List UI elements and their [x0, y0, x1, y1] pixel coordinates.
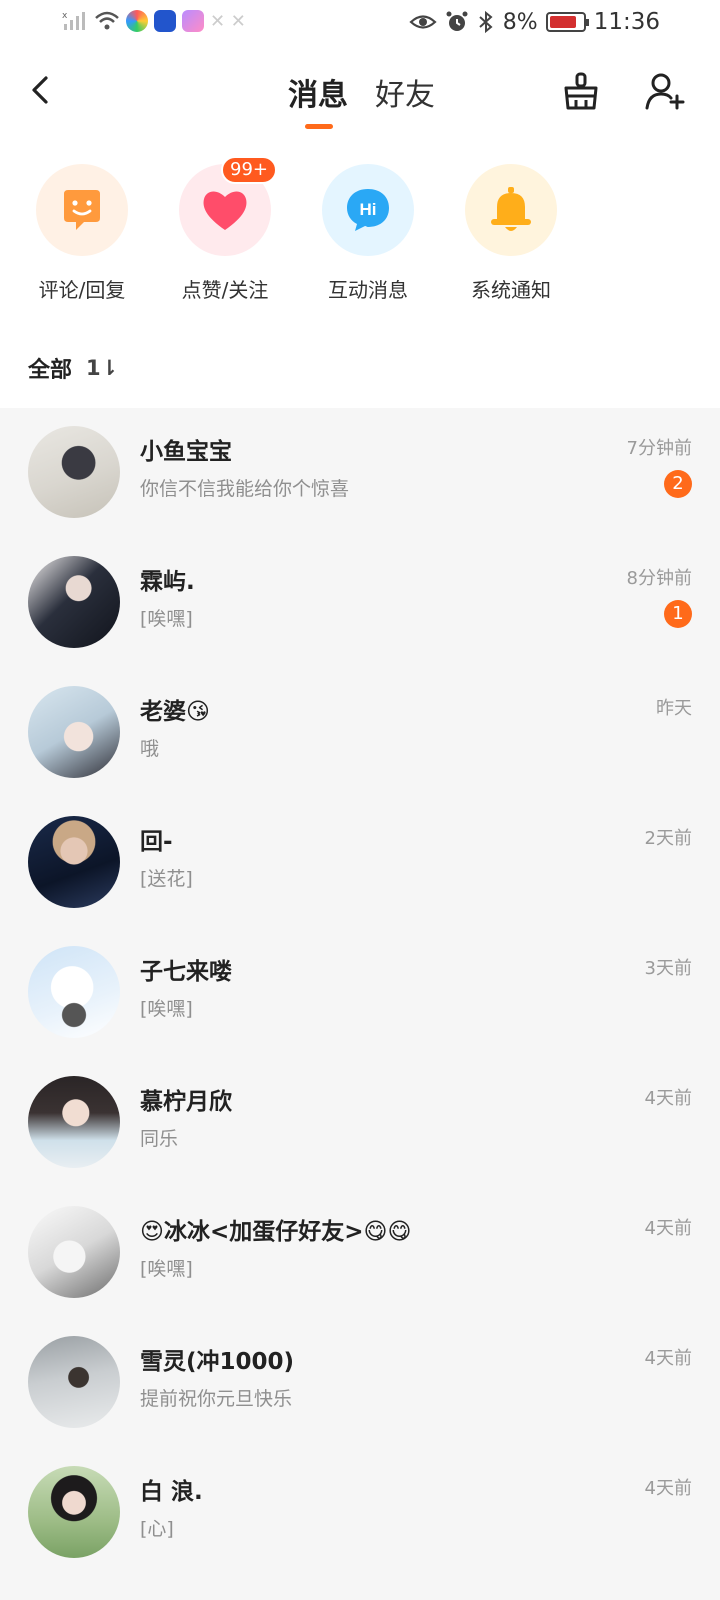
contact-name: 白 浪.: [140, 1479, 203, 1505]
unread-badge: 1: [664, 600, 692, 628]
message-time: 8分钟前: [626, 568, 692, 589]
avatar: [28, 686, 120, 778]
conversation-row[interactable]: 小鱼宝宝 你信不信我能给你个惊喜 7分钟前 2: [0, 408, 720, 540]
back-button[interactable]: [22, 70, 62, 110]
conversation-row[interactable]: 子七来喽 [唉嘿] 3天前: [0, 928, 720, 1060]
category-interactions[interactable]: Hi 互动消息: [308, 164, 428, 303]
message-preview: [唉嘿]: [140, 608, 193, 630]
message-categories: 评论/回复 99+ 点赞/关注 Hi 互动消息 系统通知: [0, 156, 720, 304]
conversation-row[interactable]: 雪灵(冲1000) 提前祝你元旦快乐 4天前: [0, 1318, 720, 1450]
status-bar: x ✕ ✕ 8% 11:36: [0, 0, 720, 48]
category-label: 系统通知: [471, 278, 551, 302]
tab-messages[interactable]: 消息: [288, 70, 348, 114]
message-time: 4天前: [644, 1478, 692, 1499]
bell-icon: [491, 187, 531, 231]
message-preview: [心]: [140, 1518, 174, 1540]
message-time: 3天前: [644, 958, 692, 979]
contact-name: 雪灵(冲1000): [140, 1349, 295, 1375]
category-label: 点赞/关注: [181, 278, 269, 302]
status-right: 8% 11:36: [409, 9, 660, 35]
clear-unread-button[interactable]: [560, 70, 602, 112]
add-friend-button[interactable]: [644, 70, 686, 112]
conversation-row[interactable]: 老婆😘 哦 昨天: [0, 668, 720, 800]
message-time: 2天前: [644, 828, 692, 849]
contact-name: 回-: [140, 829, 173, 855]
app-notif-icon-2: [154, 10, 176, 32]
avatar: [28, 426, 120, 518]
message-preview: 提前祝你元旦快乐: [140, 1388, 293, 1410]
avatar: [28, 816, 120, 908]
header: 消息 好友: [0, 60, 720, 140]
message-time: 7分钟前: [626, 438, 692, 459]
battery-percent: 8%: [502, 9, 538, 35]
speech-face-icon: [64, 190, 100, 230]
category-label: 评论/回复: [38, 278, 126, 302]
conversation-row[interactable]: 白 浪. [心] 4天前: [0, 1448, 720, 1580]
message-time: 4天前: [644, 1348, 692, 1369]
status-left: x ✕ ✕: [62, 10, 246, 32]
message-preview: [唉嘿]: [140, 1258, 193, 1280]
category-system-notices[interactable]: 系统通知: [451, 164, 571, 303]
contact-name: 小鱼宝宝: [140, 439, 232, 465]
category-label: 互动消息: [328, 278, 408, 302]
conversation-row[interactable]: 😍冰冰<加蛋仔好友>😋😋 [唉嘿] 4天前: [0, 1188, 720, 1320]
category-likes-follows[interactable]: 99+ 点赞/关注: [165, 156, 285, 303]
bluetooth-icon: [479, 10, 493, 34]
app-notif-icon-1: [126, 10, 148, 32]
wifi-icon: [95, 11, 119, 30]
category-icon-bg: [465, 164, 557, 256]
conversation-row[interactable]: 回- [送花] 2天前: [0, 798, 720, 930]
category-icon-bg: 99+: [179, 156, 277, 256]
avatar: [28, 1466, 120, 1558]
filter-label: 全部: [28, 358, 73, 383]
eye-icon: [409, 15, 437, 29]
contact-name: 老婆😘: [140, 699, 210, 725]
muted-notif-icon: ✕ ✕: [210, 10, 246, 32]
sort-icon: 1⇂: [86, 356, 119, 380]
clock-time: 11:36: [593, 9, 660, 35]
svg-text:x: x: [62, 11, 68, 21]
message-time: 4天前: [644, 1088, 692, 1109]
avatar: [28, 1076, 120, 1168]
message-preview: 你信不信我能给你个惊喜: [140, 478, 350, 500]
contact-name: 😍冰冰<加蛋仔好友>😋😋: [140, 1219, 412, 1245]
unread-badge: 2: [664, 470, 692, 498]
avatar: [28, 946, 120, 1038]
avatar: [28, 1206, 120, 1298]
heart-icon: [203, 191, 247, 230]
avatar: [28, 556, 120, 648]
category-icon-bg: Hi: [322, 164, 414, 256]
battery-icon: [545, 12, 589, 32]
contact-name: 霖屿.: [140, 569, 195, 595]
contact-name: 子七来喽: [140, 959, 232, 985]
message-preview: 哦: [140, 738, 160, 760]
category-icon-bg: [36, 164, 128, 256]
avatar: [28, 1336, 120, 1428]
message-time: 4天前: [644, 1218, 692, 1239]
message-preview: [送花]: [140, 868, 193, 890]
category-comments-replies[interactable]: 评论/回复: [22, 164, 142, 303]
message-preview: [唉嘿]: [140, 998, 193, 1020]
conversation-row[interactable]: 慕柠月欣 同乐 4天前: [0, 1058, 720, 1190]
app-notif-icon-3: [182, 10, 204, 32]
tab-friends[interactable]: 好友: [375, 70, 435, 114]
message-time: 昨天: [656, 698, 692, 719]
conversation-list: 小鱼宝宝 你信不信我能给你个惊喜 7分钟前 2 霖屿. [唉嘿] 8分钟前 1 …: [0, 408, 720, 1600]
sort-filter[interactable]: 全部 1⇂: [28, 352, 118, 384]
alarm-icon: [446, 11, 468, 31]
hi-bubble-icon: Hi: [347, 189, 389, 231]
tab-active-indicator: [305, 124, 333, 129]
hi-text: Hi: [360, 200, 377, 219]
conversation-row[interactable]: 霖屿. [唉嘿] 8分钟前 1: [0, 538, 720, 670]
message-preview: 同乐: [140, 1128, 179, 1150]
contact-name: 慕柠月欣: [140, 1089, 232, 1115]
signal-icon: x: [62, 11, 85, 30]
unread-count-badge: 99+: [221, 156, 277, 184]
